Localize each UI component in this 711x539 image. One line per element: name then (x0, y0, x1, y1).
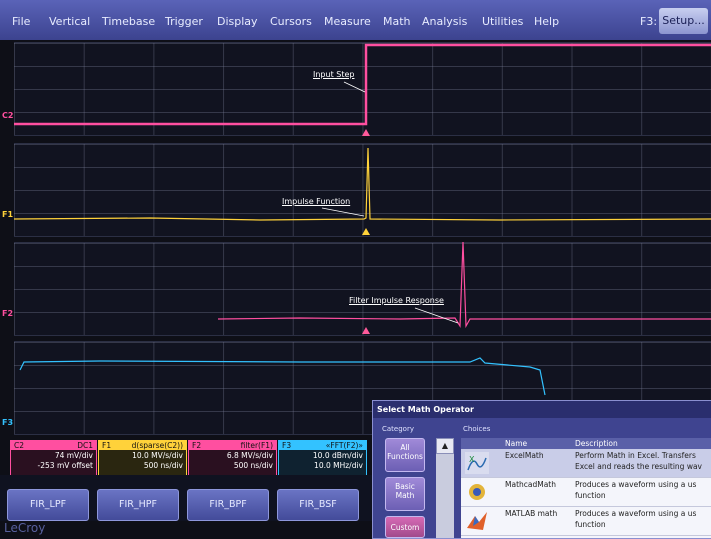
category-label: Category (382, 425, 414, 433)
menu-utilities[interactable]: Utilities (482, 15, 523, 28)
setup-button[interactable]: Setup... (659, 8, 708, 34)
trigger-marker-c2 (362, 129, 370, 136)
descriptor-f1-tag: d(sparse(C2)) (131, 441, 183, 450)
choices-label: Choices (463, 425, 491, 433)
descriptor-c2-name: C2 (14, 441, 25, 450)
choices-list: Name Description X ExcelMath Perform Mat… (461, 438, 711, 538)
mathcad-icon (469, 484, 485, 500)
scroll-up-arrow-icon[interactable]: ▲ (436, 438, 454, 454)
descriptor-f2-name: F2 (192, 441, 202, 450)
descriptor-c2-offset: -253 mV offset (37, 461, 93, 470)
descriptor-f2[interactable]: F2 filter(F1) 6.8 MV/s/div 500 ns/div (188, 440, 277, 476)
descriptor-f2-tag: filter(F1) (240, 441, 273, 450)
leader-impulse (321, 207, 365, 217)
menu-file[interactable]: File (12, 15, 30, 28)
category-all-functions[interactable]: All Functions (385, 438, 425, 472)
descriptor-f1-name: F1 (102, 441, 112, 450)
list-item[interactable]: MathcadMath Produces a waveform using a … (461, 478, 711, 507)
annotation-filter-impulse-response: Filter Impulse Response (349, 296, 444, 305)
svg-text:X: X (469, 455, 475, 464)
descriptor-f1-timebase: 500 ns/div (143, 461, 183, 470)
descriptor-c2[interactable]: C2 DC1 74 mV/div -253 mV offset (10, 440, 97, 476)
column-description[interactable]: Description (575, 439, 618, 448)
dialog-title: Select Math Operator (373, 401, 711, 418)
item-description-line2: function (575, 520, 606, 529)
descriptor-c2-scale: 74 mV/div (54, 451, 93, 460)
column-name[interactable]: Name (505, 439, 527, 448)
item-description-line1: Produces a waveform using a us (575, 480, 697, 489)
item-name: MathcadMath (505, 480, 557, 489)
select-math-operator-dialog: Select Math Operator Category Choices Al… (372, 400, 711, 539)
descriptor-f1[interactable]: F1 d(sparse(C2)) 10.0 MV/s/div 500 ns/di… (98, 440, 187, 476)
choices-list-header: Name Description (461, 438, 711, 449)
shortcut-label: F3: (640, 15, 658, 28)
descriptor-c2-tag: DC1 (77, 441, 93, 450)
menu-vertical[interactable]: Vertical (49, 15, 90, 28)
list-item[interactable]: X ExcelMath Perform Math in Excel. Trans… (461, 449, 711, 478)
menu-bar: File Vertical Timebase Trigger Display C… (0, 0, 711, 40)
annotation-input-step: Input Step (313, 70, 355, 79)
annotation-impulse-function: Impulse Function (282, 197, 351, 206)
menu-display[interactable]: Display (217, 15, 258, 28)
menu-timebase[interactable]: Timebase (102, 15, 155, 28)
trace-f3 (19, 357, 546, 396)
menu-analysis[interactable]: Analysis (422, 15, 467, 28)
descriptor-f3[interactable]: F3 «FFT(F2)» 10.0 dBm/div 10.0 MHz/div (278, 440, 367, 476)
choices-scrollbar[interactable]: ▲ (436, 438, 454, 538)
descriptor-f2-timebase: 500 ns/div (233, 461, 273, 470)
item-name: MATLAB math (505, 509, 558, 518)
descriptor-f2-scale: 6.8 MV/s/div (226, 451, 273, 460)
trigger-marker-f1 (362, 228, 370, 235)
matlab-icon (467, 512, 487, 530)
descriptor-f1-scale: 10.0 MV/s/div (132, 451, 183, 460)
descriptor-f3-scale: 10.0 dBm/div (312, 451, 363, 460)
trace-f1 (13, 147, 711, 221)
softkey-fir-lpf[interactable]: FIR_LPF (7, 489, 89, 521)
trigger-marker-f2 (362, 327, 370, 334)
item-description-line2: Excel and reads the resulting wav (575, 462, 702, 471)
softkey-fir-bpf[interactable]: FIR_BPF (187, 489, 269, 521)
softkey-fir-hpf[interactable]: FIR_HPF (97, 489, 179, 521)
category-custom[interactable]: Custom (385, 516, 425, 538)
menu-trigger[interactable]: Trigger (165, 15, 203, 28)
menu-math[interactable]: Math (383, 15, 411, 28)
leader-input-step (343, 81, 366, 93)
descriptor-f3-name: F3 (282, 441, 292, 450)
softkey-fir-bsf[interactable]: FIR_BSF (277, 489, 359, 521)
item-description-line1: Produces a waveform using a us (575, 509, 697, 518)
menu-help[interactable]: Help (534, 15, 559, 28)
list-item[interactable]: MATLAB math Produces a waveform using a … (461, 507, 711, 536)
menu-cursors[interactable]: Cursors (270, 15, 312, 28)
descriptor-f3-frequency: 10.0 MHz/div (314, 461, 363, 470)
menu-measure[interactable]: Measure (324, 15, 371, 28)
item-name: ExcelMath (505, 451, 544, 460)
category-basic-math[interactable]: Basic Math (385, 477, 425, 511)
item-description-line1: Perform Math in Excel. Transfers (575, 451, 696, 460)
excel-math-icon: X (465, 452, 489, 474)
descriptor-f3-tag: «FFT(F2)» (325, 441, 363, 450)
trace-c2 (14, 43, 711, 126)
waveform-display (13, 43, 711, 396)
brand-logo: LeCroy (4, 521, 46, 535)
trace-f2 (217, 241, 711, 329)
leader-filter (414, 307, 459, 324)
item-description-line2: function (575, 491, 606, 500)
